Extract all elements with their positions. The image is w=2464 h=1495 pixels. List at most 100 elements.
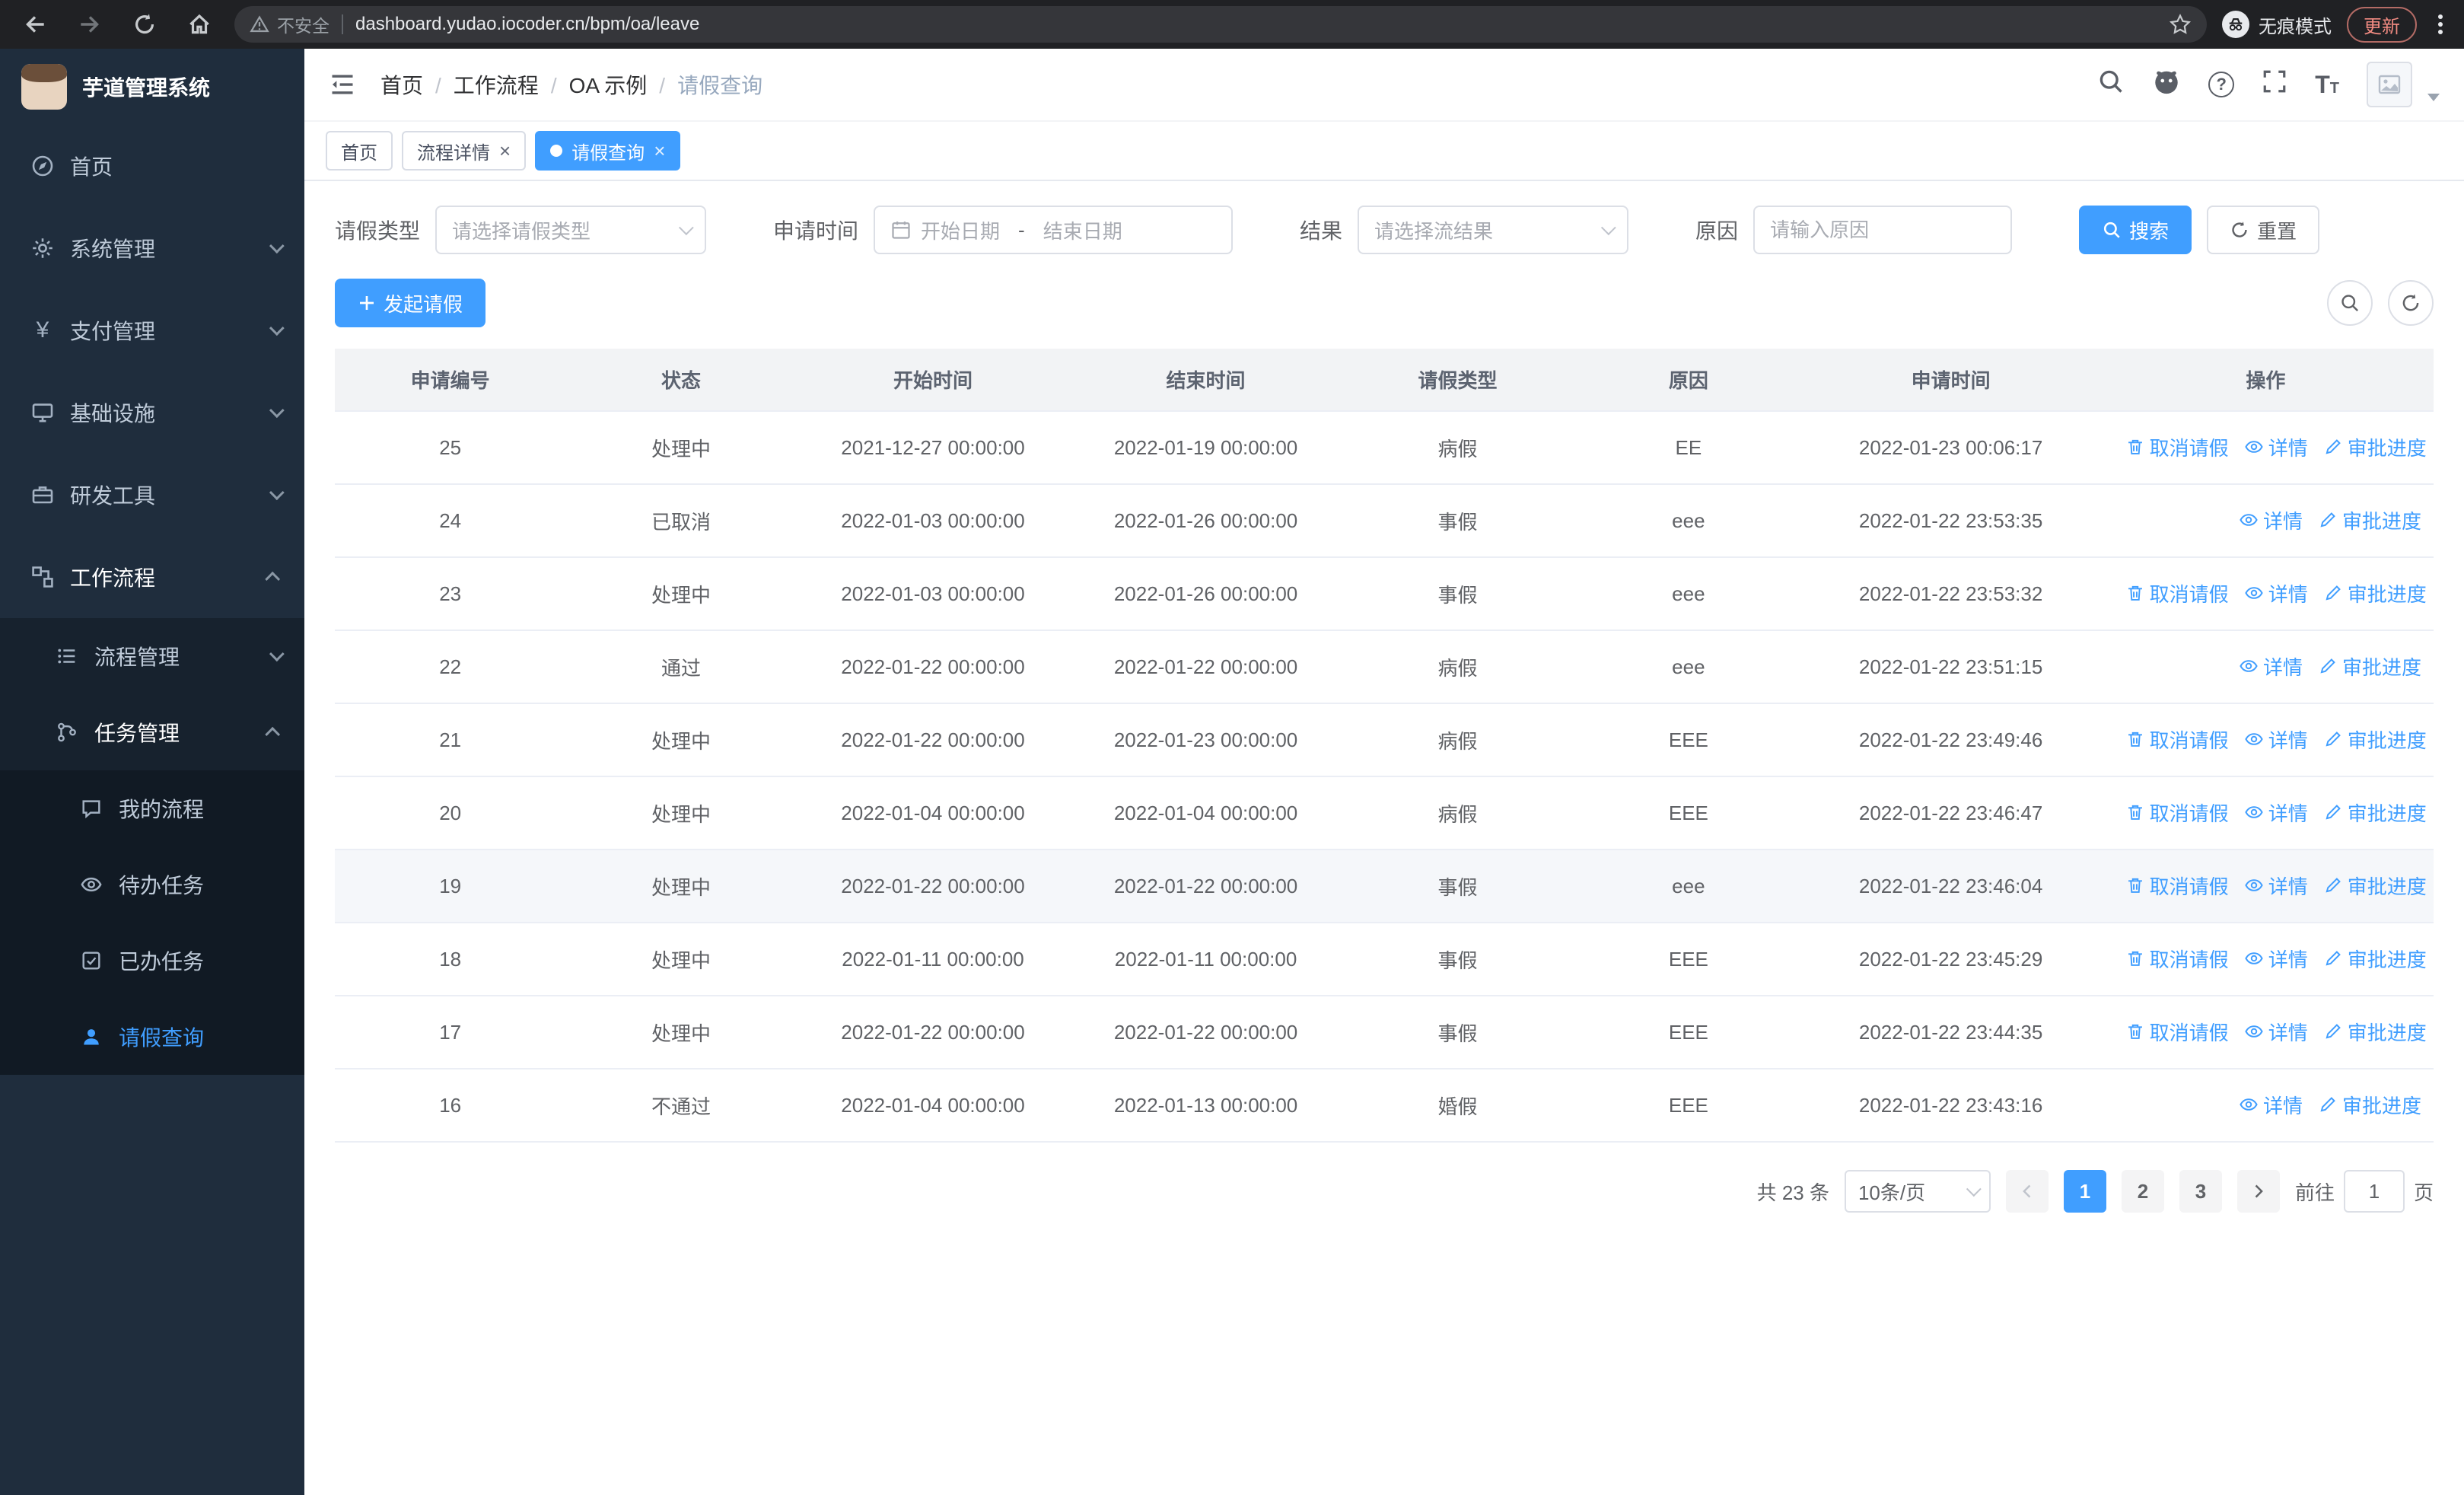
sidebar-item-payment[interactable]: ¥ 支付管理 <box>0 289 304 371</box>
approval-progress-link[interactable]: 审批进度 <box>2323 872 2427 900</box>
url-text[interactable]: dashboard.yudao.iocoder.cn/bpm/oa/leave <box>355 14 2157 35</box>
reload-icon[interactable] <box>125 5 164 44</box>
detail-link[interactable]: 详情 <box>2239 652 2303 681</box>
col-status: 状态 <box>565 349 797 412</box>
help-icon[interactable]: ? <box>2208 72 2235 97</box>
approval-progress-link[interactable]: 审批进度 <box>2323 945 2427 973</box>
refresh-table-icon[interactable] <box>2388 280 2434 326</box>
home-icon[interactable] <box>180 5 219 44</box>
browser-update-button[interactable]: 更新 <box>2347 6 2417 43</box>
sidebar-item-home[interactable]: 首页 <box>0 125 304 207</box>
sidebar-item-my-processes[interactable]: 我的流程 <box>0 770 304 846</box>
page-button-1[interactable]: 1 <box>2063 1170 2106 1213</box>
toggle-search-icon[interactable] <box>2327 280 2373 326</box>
sidebar-item-system[interactable]: 系统管理 <box>0 207 304 289</box>
user-avatar[interactable] <box>2367 62 2412 107</box>
address-bar[interactable]: 不安全 dashboard.yudao.iocoder.cn/bpm/oa/le… <box>234 6 2207 43</box>
table-row[interactable]: 19 处理中 2022-01-22 00:00:00 2022-01-22 00… <box>335 850 2434 923</box>
sidebar-item-infrastructure[interactable]: 基础设施 <box>0 371 304 454</box>
eye-icon <box>2245 806 2263 819</box>
tag-process-detail[interactable]: 流程详情 × <box>402 131 527 171</box>
detail-link[interactable]: 详情 <box>2244 872 2308 900</box>
breadcrumb-workflow[interactable]: 工作流程 <box>454 69 557 100</box>
table-row[interactable]: 22 通过 2022-01-22 00:00:00 2022-01-22 00:… <box>335 630 2434 704</box>
eye-icon <box>2245 952 2263 965</box>
cancel-leave-link[interactable]: 取消请假 <box>2125 1018 2229 1046</box>
reason-input[interactable] <box>1753 206 2013 254</box>
search-button[interactable]: 搜索 <box>2079 206 2192 254</box>
approval-progress-link[interactable]: 审批进度 <box>2323 799 2427 827</box>
detail-link[interactable]: 详情 <box>2239 1091 2303 1119</box>
cancel-leave-link[interactable]: 取消请假 <box>2125 725 2229 754</box>
sidebar-item-workflow[interactable]: 工作流程 <box>0 536 304 618</box>
approval-progress-link[interactable]: 审批进度 <box>2318 1091 2421 1119</box>
sidebar-item-task-management[interactable]: 任务管理 <box>0 694 304 770</box>
eye-icon <box>2240 1098 2258 1111</box>
search-icon[interactable] <box>2097 68 2125 101</box>
table-row[interactable]: 23 处理中 2022-01-03 00:00:00 2022-01-26 00… <box>335 557 2434 631</box>
sidebar-item-todo-tasks[interactable]: 待办任务 <box>0 846 304 923</box>
approval-progress-link[interactable]: 审批进度 <box>2323 725 2427 754</box>
table-row[interactable]: 18 处理中 2022-01-11 00:00:00 2022-01-11 00… <box>335 923 2434 996</box>
sidebar-item-leave-query[interactable]: 请假查询 <box>0 999 304 1075</box>
apply-time-range-picker[interactable]: 开始日期 - 结束日期 <box>874 206 1234 254</box>
cell-apply-time: 2022-01-22 23:43:16 <box>1803 1069 2098 1143</box>
sidebar-collapse-icon[interactable] <box>329 71 356 98</box>
detail-link[interactable]: 详情 <box>2244 799 2308 827</box>
app-logo[interactable]: 芋道管理系统 <box>0 49 304 125</box>
next-page-button[interactable] <box>2236 1170 2280 1213</box>
cell-leave-type: 事假 <box>1342 850 1574 923</box>
bookmark-star-icon[interactable] <box>2169 13 2192 36</box>
page-button-3[interactable]: 3 <box>2179 1170 2222 1213</box>
sidebar-item-process-management[interactable]: 流程管理 <box>0 618 304 694</box>
breadcrumb-home[interactable]: 首页 <box>380 69 441 100</box>
prev-page-button[interactable] <box>2005 1170 2049 1213</box>
approval-progress-link[interactable]: 审批进度 <box>2323 1018 2427 1046</box>
back-icon[interactable] <box>15 5 55 44</box>
cancel-leave-link[interactable]: 取消请假 <box>2125 433 2229 461</box>
close-tab-icon[interactable]: × <box>654 141 665 161</box>
goto-page-input[interactable] <box>2343 1170 2405 1213</box>
tag-home[interactable]: 首页 <box>326 131 393 171</box>
table-row[interactable]: 25 处理中 2021-12-27 00:00:00 2022-01-19 00… <box>335 411 2434 485</box>
detail-link[interactable]: 详情 <box>2244 433 2308 461</box>
browser-menu-icon[interactable] <box>2432 14 2449 34</box>
table-row[interactable]: 20 处理中 2022-01-04 00:00:00 2022-01-04 00… <box>335 776 2434 850</box>
table-row[interactable]: 21 处理中 2022-01-22 00:00:00 2022-01-23 00… <box>335 703 2434 777</box>
font-size-icon[interactable]: TT <box>2315 71 2339 99</box>
detail-link[interactable]: 详情 <box>2244 1018 2308 1046</box>
cancel-leave-link[interactable]: 取消请假 <box>2125 799 2229 827</box>
table-row[interactable]: 24 已取消 2022-01-03 00:00:00 2022-01-26 00… <box>335 484 2434 558</box>
cell-end-time: 2022-01-26 00:00:00 <box>1069 557 1342 631</box>
user-menu-caret-icon[interactable] <box>2427 94 2440 101</box>
close-tab-icon[interactable]: × <box>499 141 511 161</box>
approval-progress-link[interactable]: 审批进度 <box>2323 433 2427 461</box>
github-icon[interactable] <box>2152 67 2181 102</box>
sidebar-item-devtools[interactable]: 研发工具 <box>0 454 304 536</box>
detail-link[interactable]: 详情 <box>2244 579 2308 607</box>
detail-link[interactable]: 详情 <box>2244 725 2308 754</box>
reset-button[interactable]: 重置 <box>2207 206 2320 254</box>
table-row[interactable]: 16 不通过 2022-01-04 00:00:00 2022-01-13 00… <box>335 1069 2434 1143</box>
table-row[interactable]: 17 处理中 2022-01-22 00:00:00 2022-01-22 00… <box>335 996 2434 1069</box>
detail-link[interactable]: 详情 <box>2239 506 2303 534</box>
tag-leave-query[interactable]: 请假查询 × <box>535 131 681 171</box>
cancel-leave-link[interactable]: 取消请假 <box>2125 945 2229 973</box>
page-size-select[interactable]: 10条/页 <box>1844 1170 1991 1213</box>
create-leave-button[interactable]: 发起请假 <box>335 279 486 327</box>
sidebar-item-done-tasks[interactable]: 已办任务 <box>0 923 304 999</box>
cancel-leave-link[interactable]: 取消请假 <box>2125 872 2229 900</box>
result-select[interactable]: 请选择流结果 <box>1358 206 1629 254</box>
breadcrumb-oa-example[interactable]: OA 示例 <box>569 69 665 100</box>
leave-type-select[interactable]: 请选择请假类型 <box>435 206 707 254</box>
approval-progress-link[interactable]: 审批进度 <box>2318 506 2421 534</box>
site-security-chip[interactable]: 不安全 <box>250 11 329 37</box>
approval-progress-link[interactable]: 审批进度 <box>2323 579 2427 607</box>
detail-link[interactable]: 详情 <box>2244 945 2308 973</box>
forward-icon[interactable] <box>70 5 110 44</box>
fullscreen-icon[interactable] <box>2262 69 2287 100</box>
cancel-leave-link[interactable]: 取消请假 <box>2125 579 2229 607</box>
trash-icon <box>2128 586 2142 601</box>
approval-progress-link[interactable]: 审批进度 <box>2318 652 2421 681</box>
page-button-2[interactable]: 2 <box>2121 1170 2164 1213</box>
